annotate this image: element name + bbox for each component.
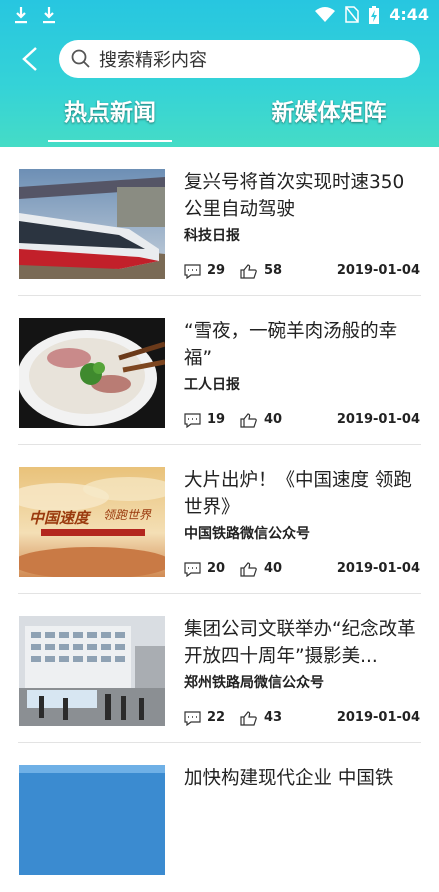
- article-date: 2019-01-04: [336, 263, 420, 278]
- article-meta: 22 43 2019-01-04: [184, 709, 420, 729]
- comment-count: 29: [207, 263, 226, 278]
- svg-text:领跑世界: 领跑世界: [103, 508, 152, 522]
- thumbs-up-icon[interactable]: [240, 711, 257, 726]
- list-item[interactable]: “雪夜，一碗羊肉汤般的幸福” 工人日报 19 40 2019-01-04: [0, 296, 439, 445]
- article-title[interactable]: 大片出炉！《中国速度 领跑世界》: [184, 467, 416, 521]
- comment-icon: [184, 264, 201, 279]
- like-count: 40: [264, 561, 283, 576]
- article-title[interactable]: “雪夜，一碗羊肉汤般的幸福”: [184, 318, 416, 372]
- article-date: 2019-01-04: [336, 710, 420, 725]
- article-date: 2019-01-04: [336, 412, 420, 427]
- comment-count: 22: [207, 710, 226, 725]
- comment-count: 19: [207, 412, 226, 427]
- no-sim-icon: [345, 6, 359, 23]
- article-meta: 20 40 2019-01-04: [184, 560, 420, 580]
- top-bar: 搜索精彩内容: [0, 36, 439, 82]
- soup-thumbnail: [19, 318, 165, 428]
- battery-charging-icon: [369, 5, 380, 24]
- comment-count: 20: [207, 561, 226, 576]
- search-icon: [71, 49, 90, 68]
- list-item[interactable]: 集团公司文联举办“纪念改革开放四十周年”摄影美... 郑州铁路局微信公众号 22…: [0, 594, 439, 743]
- article-source: 郑州铁路局微信公众号: [184, 675, 324, 691]
- partial-thumbnail: [19, 765, 165, 875]
- download-icon: [43, 7, 55, 24]
- list-item[interactable]: 中国速度 领跑世界 大片出炉！《中国速度 领跑世界》 中国铁路微信公众号 20 …: [0, 445, 439, 594]
- like-count: 58: [264, 263, 283, 278]
- thumbs-up-icon[interactable]: [240, 264, 257, 279]
- tab-hot-news[interactable]: 热点新闻: [48, 92, 172, 144]
- article-source: 科技日报: [184, 228, 240, 244]
- train-thumbnail: [19, 169, 165, 279]
- tab-bar: 热点新闻 新媒体矩阵: [0, 92, 439, 144]
- svg-text:中国速度: 中国速度: [29, 509, 92, 527]
- app-header: 4:44 搜索精彩内容 热点新闻 新媒体矩阵: [0, 0, 439, 147]
- exhibition-thumbnail: [19, 616, 165, 726]
- tab-new-media[interactable]: 新媒体矩阵: [262, 92, 396, 144]
- article-date: 2019-01-04: [336, 561, 420, 576]
- article-meta: 29 58 2019-01-04: [184, 262, 420, 282]
- thumbs-up-icon[interactable]: [240, 413, 257, 428]
- list-item[interactable]: 加快构建现代企业 中国铁: [0, 743, 439, 892]
- china-speed-thumbnail: 中国速度 领跑世界: [19, 467, 165, 577]
- like-count: 40: [264, 412, 283, 427]
- search-input[interactable]: 搜索精彩内容: [59, 40, 420, 78]
- search-placeholder: 搜索精彩内容: [99, 50, 207, 71]
- article-title[interactable]: 加快构建现代企业 中国铁: [184, 765, 416, 792]
- article-source: 中国铁路微信公众号: [184, 526, 310, 542]
- comment-icon: [184, 711, 201, 726]
- article-title[interactable]: 复兴号将首次实现时速350公里自动驾驶: [184, 169, 416, 223]
- status-time: 4:44: [389, 5, 429, 24]
- back-arrow-icon[interactable]: [16, 42, 46, 76]
- list-item[interactable]: 复兴号将首次实现时速350公里自动驾驶 科技日报 29 58 2019-01-0…: [0, 147, 439, 296]
- comment-icon: [184, 413, 201, 428]
- download-icon: [15, 7, 27, 24]
- comment-icon: [184, 562, 201, 577]
- status-bar: 4:44: [0, 0, 439, 32]
- article-source: 工人日报: [184, 377, 240, 393]
- like-count: 43: [264, 710, 283, 725]
- wifi-icon: [315, 6, 336, 22]
- thumbs-up-icon[interactable]: [240, 562, 257, 577]
- article-meta: 19 40 2019-01-04: [184, 411, 420, 431]
- article-title[interactable]: 集团公司文联举办“纪念改革开放四十周年”摄影美...: [184, 616, 416, 670]
